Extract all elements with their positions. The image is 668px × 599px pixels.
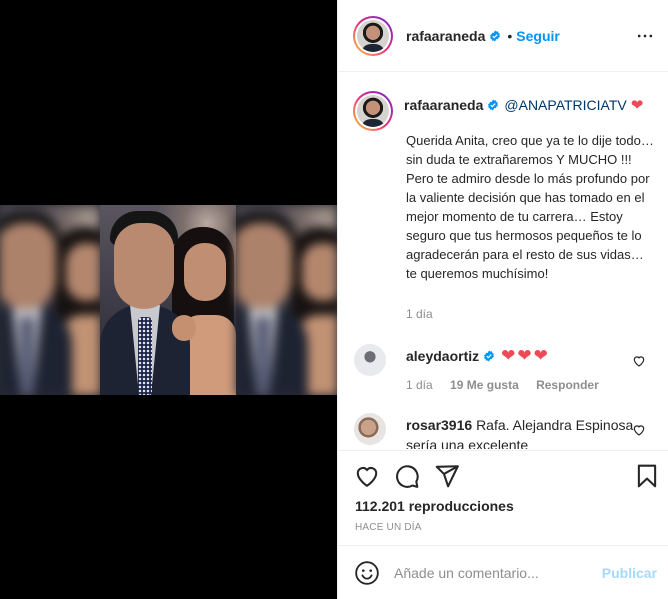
video-player[interactable] <box>0 205 337 395</box>
video-blur-right <box>236 205 337 395</box>
comment-row: rosar3916 Rafa. Alejandra Espinosa sería… <box>406 415 636 449</box>
emoji-icon[interactable] <box>354 560 380 586</box>
caption-text: Querida Anita, creo que ya te lo dije to… <box>406 133 654 281</box>
post-timestamp[interactable]: HACE UN DÍA <box>355 522 422 533</box>
header-separator: • <box>507 27 513 44</box>
author-avatar[interactable] <box>353 15 393 56</box>
publish-button[interactable]: Publicar <box>602 565 657 581</box>
author-username[interactable]: rafaaraneda <box>406 28 485 44</box>
comment-time[interactable]: 1 día <box>406 378 433 392</box>
video-frame <box>100 205 236 395</box>
caption-timestamp[interactable]: 1 día <box>406 307 433 321</box>
comment-avatar[interactable] <box>354 344 386 376</box>
view-count[interactable]: 112.201 reproducciones <box>355 498 514 514</box>
comment-meta: 1 día 19 Me gusta Responder <box>406 378 613 392</box>
post-header: rafaaraneda • Seguir <box>338 0 668 72</box>
bookmark-icon[interactable] <box>634 463 660 489</box>
video-blur-left <box>0 205 100 395</box>
post-media[interactable] <box>0 0 337 599</box>
comment-likes[interactable]: 19 Me gusta <box>450 378 519 392</box>
comment-composer: Publicar <box>338 545 668 599</box>
post-actions: 112.201 reproducciones HACE UN DÍA <box>338 450 668 550</box>
comment-text: ❤❤❤ <box>501 346 550 365</box>
comment-username[interactable]: rosar3916 <box>406 417 472 433</box>
verified-badge-icon <box>490 30 501 41</box>
comment-input[interactable] <box>394 564 594 581</box>
verified-badge-icon <box>488 99 499 111</box>
comment-avatar[interactable] <box>354 413 386 445</box>
reply-button[interactable]: Responder <box>536 378 599 392</box>
post-details-panel: rafaaraneda • Seguir rafaaraneda @ANAPAT… <box>337 0 668 599</box>
follow-button[interactable]: Seguir <box>516 28 560 44</box>
verified-badge-icon <box>484 350 495 362</box>
comment-row: aleydaortiz ❤❤❤ <box>406 346 550 366</box>
more-options-icon[interactable] <box>635 26 655 46</box>
comment-username[interactable]: aleydaortiz <box>406 348 479 364</box>
heart-icon[interactable] <box>632 354 646 368</box>
caption-username[interactable]: rafaaraneda <box>404 97 483 113</box>
caption-header: rafaaraneda @ANAPATRICIATV ❤ <box>404 96 643 114</box>
heart-icon[interactable] <box>632 423 646 437</box>
caption-mention-link[interactable]: @ANAPATRICIATV <box>504 97 626 113</box>
comments-list[interactable]: rafaaraneda @ANAPATRICIATV ❤ Querida Ani… <box>338 73 668 449</box>
caption-author-avatar[interactable] <box>353 91 393 131</box>
red-heart-emoji: ❤ <box>630 97 644 114</box>
share-icon[interactable] <box>434 463 460 489</box>
comment-icon[interactable] <box>394 463 420 489</box>
heart-icon[interactable] <box>354 463 380 489</box>
